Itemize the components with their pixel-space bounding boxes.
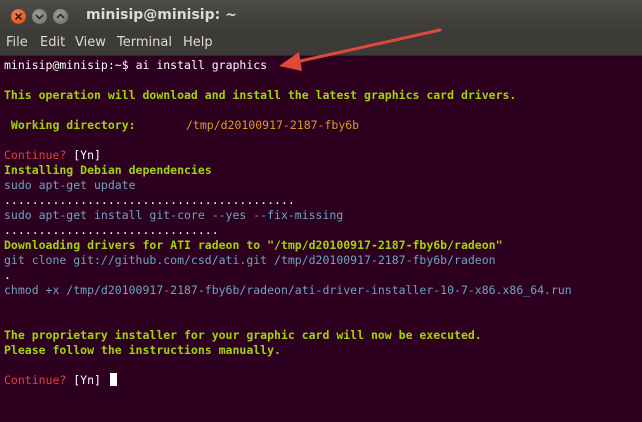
terminal-window: minisip@minisip: ~ File Edit View Termin… bbox=[0, 0, 642, 422]
annotation-arrow bbox=[279, 28, 442, 71]
arrow-shaft bbox=[294, 28, 442, 64]
arrow-head-icon bbox=[279, 52, 302, 71]
